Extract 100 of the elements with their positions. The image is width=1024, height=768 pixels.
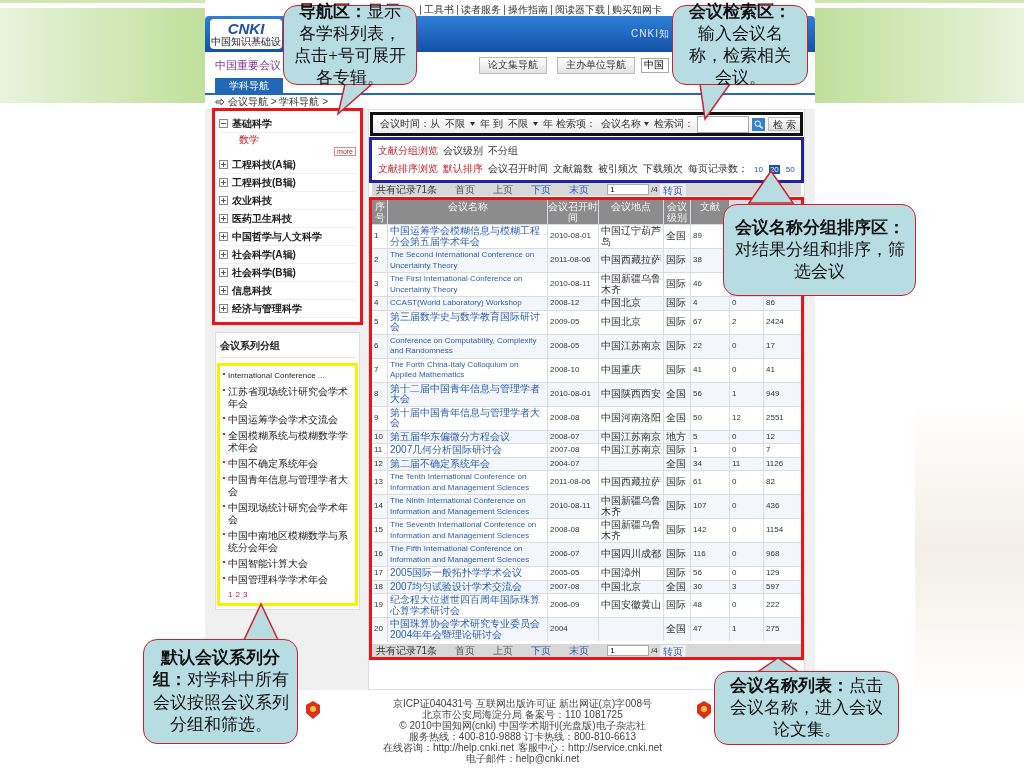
expand-icon[interactable] bbox=[219, 214, 228, 223]
per-page-option[interactable]: 50 bbox=[784, 164, 796, 174]
sort-option[interactable]: 文献篇数 bbox=[553, 162, 593, 176]
conference-link[interactable]: The Seventh International Conference on Information and Management Sciences bbox=[388, 519, 547, 542]
expand-icon[interactable] bbox=[219, 178, 228, 187]
collapse-icon[interactable] bbox=[219, 119, 228, 128]
table-cell: 19 bbox=[372, 594, 387, 617]
conference-link[interactable]: The Ninth International Conference on Information and Management Sciences bbox=[388, 495, 547, 518]
conference-link[interactable]: 第三届数学史与数学教育国际研讨会 bbox=[388, 310, 547, 334]
conference-link[interactable]: 纪念程大位逝世四百周年国际珠算心算学术研讨会 bbox=[388, 594, 547, 617]
search-icon[interactable] bbox=[752, 117, 766, 131]
sort-option[interactable]: 默认排序 bbox=[443, 162, 483, 176]
subject-link[interactable]: 社会科学(A辑) bbox=[232, 247, 296, 262]
series-link[interactable]: 中国管理科学学术年会 bbox=[228, 574, 328, 586]
conference-link[interactable]: 2007均匀试验设计学术交流会 bbox=[388, 580, 547, 593]
search-field[interactable] bbox=[697, 115, 750, 133]
page-input[interactable]: 1 bbox=[607, 645, 650, 656]
sort-option[interactable]: 会议召开时间 bbox=[488, 162, 548, 176]
nav-button[interactable]: 论文集导航 bbox=[479, 56, 547, 74]
group-option[interactable]: 会议级别 bbox=[443, 144, 483, 158]
expand-icon[interactable] bbox=[219, 286, 228, 295]
sort-option[interactable]: 被引频次 bbox=[598, 162, 638, 176]
table-cell: 116 bbox=[691, 543, 729, 566]
subject-link[interactable]: 中国哲学与人文科学 bbox=[232, 229, 322, 244]
subject-link[interactable]: 经济与管理科学 bbox=[232, 301, 302, 316]
field-select[interactable]: 会议名称 bbox=[599, 117, 652, 131]
conference-link[interactable]: 中国运筹学会模糊信息与模糊工程分会第五届学术年会 bbox=[388, 225, 547, 248]
subject-link[interactable]: 基础科学 bbox=[232, 116, 272, 131]
table-cell: 14 bbox=[372, 495, 387, 518]
table-cell: 2008-12 bbox=[548, 297, 598, 310]
year-select[interactable]: 不限 bbox=[443, 117, 478, 131]
expand-icon[interactable] bbox=[219, 232, 228, 241]
page-link[interactable]: 下页 bbox=[531, 643, 552, 658]
conference-link[interactable]: CCAST(World Laboratory) Workshop bbox=[388, 297, 547, 310]
subject-link[interactable]: 信息科技 bbox=[232, 283, 272, 298]
series-link[interactable]: International Conference ... bbox=[228, 370, 325, 382]
per-page-option[interactable]: 10 bbox=[753, 164, 764, 174]
table-cell: 436 bbox=[764, 495, 802, 518]
conference-link[interactable]: The Second International Conference on Uncertainty Theory bbox=[388, 249, 547, 272]
page-input[interactable]: 1 bbox=[607, 184, 650, 195]
nav-button[interactable]: 主办单位导航 bbox=[557, 56, 635, 74]
column-header: 会议名称 bbox=[388, 200, 547, 224]
group-option[interactable]: 不分组 bbox=[488, 144, 518, 158]
conference-link[interactable]: The Forth China-Italy Colloquium on Applied Mathematics bbox=[388, 358, 547, 382]
page-link[interactable]: 2 bbox=[235, 590, 240, 599]
page-link[interactable]: 末页 bbox=[569, 643, 590, 658]
conference-link[interactable]: 第十二届中国青年信息与管理学者大会 bbox=[388, 382, 547, 406]
page-link[interactable]: 下页 bbox=[531, 182, 552, 197]
subject-child-link[interactable]: 数学 bbox=[239, 133, 259, 147]
conference-link[interactable]: 第十届中国青年信息与管理学者大会 bbox=[388, 406, 547, 430]
sort-option[interactable]: 下载频次 bbox=[643, 162, 683, 176]
top-link[interactable]: 工具书 bbox=[420, 5, 457, 15]
conference-link[interactable]: 中国珠算协会学术研究专业委员会2004年年会暨理论研讨会 bbox=[388, 618, 547, 641]
conference-link[interactable]: The Tenth International Conference on Information and Management Sciences bbox=[388, 471, 547, 494]
top-link[interactable]: 购买知网卡 bbox=[608, 5, 665, 15]
table-cell: 50 bbox=[691, 406, 729, 430]
series-link[interactable]: 中国中南地区模糊数学与系统分会年会 bbox=[228, 530, 352, 554]
subject-link[interactable]: 社会科学(B辑) bbox=[232, 265, 296, 280]
series-link[interactable]: 全国模糊系统与模糊数学学术年会 bbox=[228, 430, 352, 454]
series-link[interactable]: 中国运筹学会学术交流会 bbox=[228, 414, 338, 426]
year-select[interactable]: 不限 bbox=[506, 117, 541, 131]
conference-link[interactable]: 第五届华东偏微分方程会议 bbox=[388, 430, 547, 443]
subject-link[interactable]: 医药卫生科技 bbox=[232, 211, 292, 226]
top-link[interactable]: 操作指南 bbox=[504, 5, 551, 15]
expand-icon[interactable] bbox=[219, 250, 228, 259]
top-link[interactable]: 读者服务 bbox=[457, 5, 504, 15]
expand-icon[interactable] bbox=[219, 160, 228, 169]
callout-pointer bbox=[747, 170, 795, 204]
table-cell: 2551 bbox=[764, 406, 802, 430]
subject-link[interactable]: 农业科技 bbox=[232, 193, 272, 208]
go-button[interactable]: 转页 bbox=[659, 644, 686, 657]
go-button[interactable]: 转页 bbox=[659, 183, 686, 196]
page-link[interactable]: 1 bbox=[228, 590, 233, 599]
caret-icon bbox=[533, 122, 539, 126]
series-link[interactable]: 中国不确定系统年会 bbox=[228, 458, 318, 470]
series-link[interactable]: 中国智能计算大会 bbox=[228, 558, 308, 570]
table-cell: 全国 bbox=[664, 382, 690, 406]
series-link[interactable]: 中国青年信息与管理学者大会 bbox=[228, 474, 352, 498]
conference-link[interactable]: 2005国际一般拓扑学学术会议 bbox=[388, 567, 547, 580]
expand-icon[interactable] bbox=[219, 196, 228, 205]
expand-icon[interactable] bbox=[219, 268, 228, 277]
conference-link[interactable]: The Fifth International Conference on Information and Management Sciences bbox=[388, 543, 547, 566]
conference-link[interactable]: The First International Conference on Uncertainty Theory bbox=[388, 273, 547, 296]
search-button[interactable]: 检 索 bbox=[768, 117, 801, 131]
expand-icon[interactable] bbox=[219, 304, 228, 313]
top-link[interactable]: 阅读器下载 bbox=[551, 5, 608, 15]
tab[interactable]: 学科导航 bbox=[215, 78, 283, 93]
conference-link[interactable]: 第二届不确定系统年会 bbox=[388, 457, 547, 470]
subject-link[interactable]: 工程科技(B辑) bbox=[232, 175, 296, 190]
table-cell: 2004-07 bbox=[548, 457, 598, 470]
series-link[interactable]: 中国现场统计研究会学术年会 bbox=[228, 502, 352, 526]
subject-link[interactable]: 工程科技(A辑) bbox=[232, 157, 296, 172]
page-link[interactable]: 末页 bbox=[569, 182, 590, 197]
search-field[interactable]: 中国 bbox=[641, 57, 669, 73]
conference-link[interactable]: Conference on Computability, Complexity and Randomness bbox=[388, 334, 547, 358]
conference-link[interactable]: 2007几何分析国际研讨会 bbox=[388, 444, 547, 457]
page-link[interactable]: 3 bbox=[242, 590, 248, 599]
table-cell: 67 bbox=[691, 310, 729, 334]
series-link[interactable]: 江苏省现场统计研究会学术年会 bbox=[228, 386, 352, 410]
table-cell: 2009-05 bbox=[548, 310, 598, 334]
